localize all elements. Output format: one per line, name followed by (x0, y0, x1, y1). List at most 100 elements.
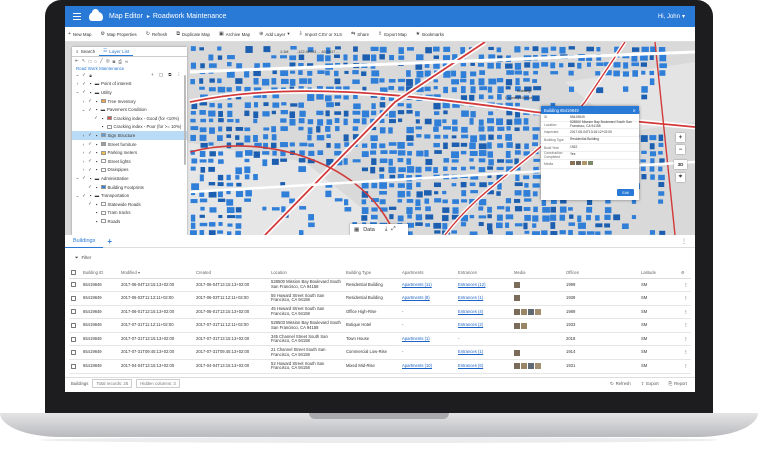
toolbar-archive-button[interactable]: ▣ Archive Map (219, 31, 250, 37)
visibility-check-icon[interactable]: ✓ (82, 81, 87, 87)
entrances-link[interactable]: Entrances (1) (458, 295, 483, 300)
lock-icon[interactable]: ▪ (94, 210, 99, 215)
visibility-check-icon[interactable]: ✓ (82, 175, 87, 181)
row-checkbox[interactable] (69, 305, 81, 320)
media-thumbnail[interactable] (514, 322, 520, 329)
layer-row[interactable]: › ✓ ▪ ▬ Point of interest (72, 80, 187, 89)
lock-icon[interactable]: ▪ (88, 81, 93, 86)
row-checkbox[interactable] (69, 291, 81, 306)
table-row[interactable]: 65419849 2017-07-31T11:12:11+02:00 2017-07… (69, 318, 691, 333)
caret-down-icon[interactable]: ⌄ (81, 107, 86, 113)
toolbar-refresh-button[interactable]: ↻ Refresh (146, 31, 168, 37)
caret-down-icon[interactable]: ⌄ (75, 89, 80, 95)
table-row[interactable]: 65419849 2017-06-01T13:15:13+02:00 2017-06… (69, 305, 691, 320)
table-row[interactable]: 65419849 2017-06-04T13:15:13+02:00 2017-06… (69, 278, 691, 293)
add-tab-icon[interactable]: + (107, 237, 112, 246)
table-row[interactable]: 65419849 2017-07-31T09:45:13+02:00 2017-07… (69, 345, 691, 361)
cell-media[interactable] (512, 345, 564, 361)
row-menu-icon[interactable]: ⋮ (679, 305, 691, 320)
entrances-link[interactable]: Entrances (12) (458, 282, 485, 287)
media-thumbnail[interactable] (576, 160, 581, 165)
report-button[interactable]: ⎘ Report (669, 381, 687, 387)
caret-right-icon[interactable]: › (81, 159, 86, 164)
toolbar-gear-button[interactable]: ⚙ Map Properties (100, 31, 136, 37)
caret-right-icon[interactable]: › (81, 133, 86, 138)
zoom-in-button[interactable]: + (676, 133, 685, 142)
cell-media[interactable] (512, 359, 564, 374)
media-thumbnail[interactable] (514, 349, 520, 356)
column-settings-icon[interactable]: ⚙ (679, 268, 691, 279)
cell-entrances[interactable]: Entrances (6) (456, 359, 512, 374)
toolbar-import-button[interactable]: ⇩ Import CSV or XLS (299, 31, 343, 37)
row-checkbox[interactable] (69, 318, 81, 333)
user-menu[interactable]: Hi, John ▾ (658, 13, 685, 21)
media-thumbnail[interactable] (535, 308, 541, 315)
line-icon[interactable]: ╱ (100, 58, 103, 64)
caret-down-icon[interactable]: ⌄ (75, 72, 80, 78)
media-thumbnail[interactable] (521, 363, 527, 370)
table-row[interactable]: 65419849 2017-07-31T13:15:13+02:00 2017-07… (69, 332, 691, 347)
cell-media[interactable] (512, 332, 564, 347)
lock-icon[interactable]: ▪ (94, 133, 99, 138)
visibility-check-icon[interactable]: ✓ (88, 201, 93, 207)
lock-icon[interactable]: ▪ (94, 219, 99, 224)
media-thumbnail[interactable] (528, 363, 534, 370)
media-thumbnail[interactable] (514, 308, 520, 315)
layer-row[interactable]: › ✓ ▪ Tree Inventory (72, 97, 187, 106)
lock-icon[interactable]: ▪ (94, 159, 99, 164)
layer-row[interactable]: ✓ ▪ Building Footprints (72, 183, 187, 192)
visibility-check-icon[interactable]: ✓ (88, 141, 93, 147)
layer-row[interactable]: ✓ ▪ Cracking index - Good (for <10%) (72, 114, 187, 123)
globe-icon[interactable]: ◎ (106, 58, 110, 64)
media-thumbnail[interactable] (570, 160, 575, 165)
view-3d-button[interactable]: 3D (674, 160, 687, 169)
toolbar-export-button[interactable]: ⇪ Export Map (378, 31, 407, 37)
layer-row[interactable]: ▪ Tram tracks (72, 209, 187, 218)
toolbar-add-layer-button[interactable]: ⊕ Add Layer ▾ (259, 31, 289, 37)
entrances-link[interactable]: Entrances (1) (458, 349, 483, 355)
cell-media[interactable] (512, 318, 564, 333)
media-thumbnail[interactable] (521, 308, 527, 315)
hidden-columns[interactable]: Hidden columns: 3 (136, 379, 180, 388)
visibility-check-icon[interactable]: ✓ (88, 132, 93, 138)
tab-buildings[interactable]: Buildings (65, 235, 104, 248)
visibility-check-icon[interactable]: ✓ (88, 150, 93, 156)
row-menu-icon[interactable]: ⋮ (679, 318, 691, 333)
lock-icon[interactable]: 🔒︎ (88, 73, 93, 78)
toolbar-duplicate-button[interactable]: ⧉ Duplicate Map (176, 31, 210, 37)
cell-entrances[interactable]: Entrances (1) (456, 291, 512, 306)
column-header[interactable]: Media (512, 268, 564, 279)
toolbar-share-button[interactable]: ⇆ Share (351, 31, 369, 37)
row-checkbox[interactable] (69, 332, 81, 347)
table-row[interactable]: 65419849 2017-04-04T13:15:13+02:00 2017-04… (69, 359, 691, 374)
layer-row[interactable]: › ✓ ▪ Sign Structure (72, 131, 187, 140)
lock-icon[interactable]: ▪ (100, 124, 105, 129)
column-header[interactable]: Apartments (400, 268, 456, 279)
circle-icon[interactable]: ○ (94, 59, 97, 64)
lock-icon[interactable]: ▪ (94, 99, 99, 104)
visibility-check-icon[interactable]: ✓ (88, 167, 93, 173)
export-button[interactable]: ⇪ Export (641, 381, 659, 387)
project-name[interactable]: Roadwork Maintenance (153, 13, 227, 20)
lock-icon[interactable]: ▪ (94, 185, 99, 190)
entrances-link[interactable]: Entrances (6) (458, 363, 483, 368)
check-icon[interactable]: ✓ (82, 72, 87, 78)
lock-icon[interactable]: ▪ (94, 202, 99, 207)
popup-edit-button[interactable]: Edit (617, 189, 634, 196)
more-icon[interactable]: ⋮ (681, 238, 687, 245)
row-menu-icon[interactable]: ⋮ (679, 332, 691, 347)
apartments-link[interactable]: Apartments (1) (402, 336, 430, 341)
lock-icon[interactable]: ▪ (100, 116, 105, 121)
column-header[interactable]: Created (194, 268, 269, 279)
layer-row[interactable]: › ✓ ▪ Street furniture (72, 140, 187, 149)
cell-apartments[interactable]: Apartments (8) (400, 291, 456, 306)
download-icon[interactable]: ⤓ (385, 226, 387, 233)
media-thumbnail[interactable] (535, 363, 541, 370)
layer-row[interactable]: ⌄ ✓ ▪ ▬ Administrative (72, 174, 187, 183)
close-icon[interactable]: ✕ (632, 108, 636, 113)
lock-icon[interactable]: ▪ (94, 142, 99, 147)
apartments-link[interactable]: Apartments (8) (402, 295, 430, 300)
cell-media[interactable] (512, 291, 564, 306)
lock-icon[interactable]: ▪ (94, 107, 99, 112)
entrances-link[interactable]: Entrances (4) (458, 309, 483, 314)
